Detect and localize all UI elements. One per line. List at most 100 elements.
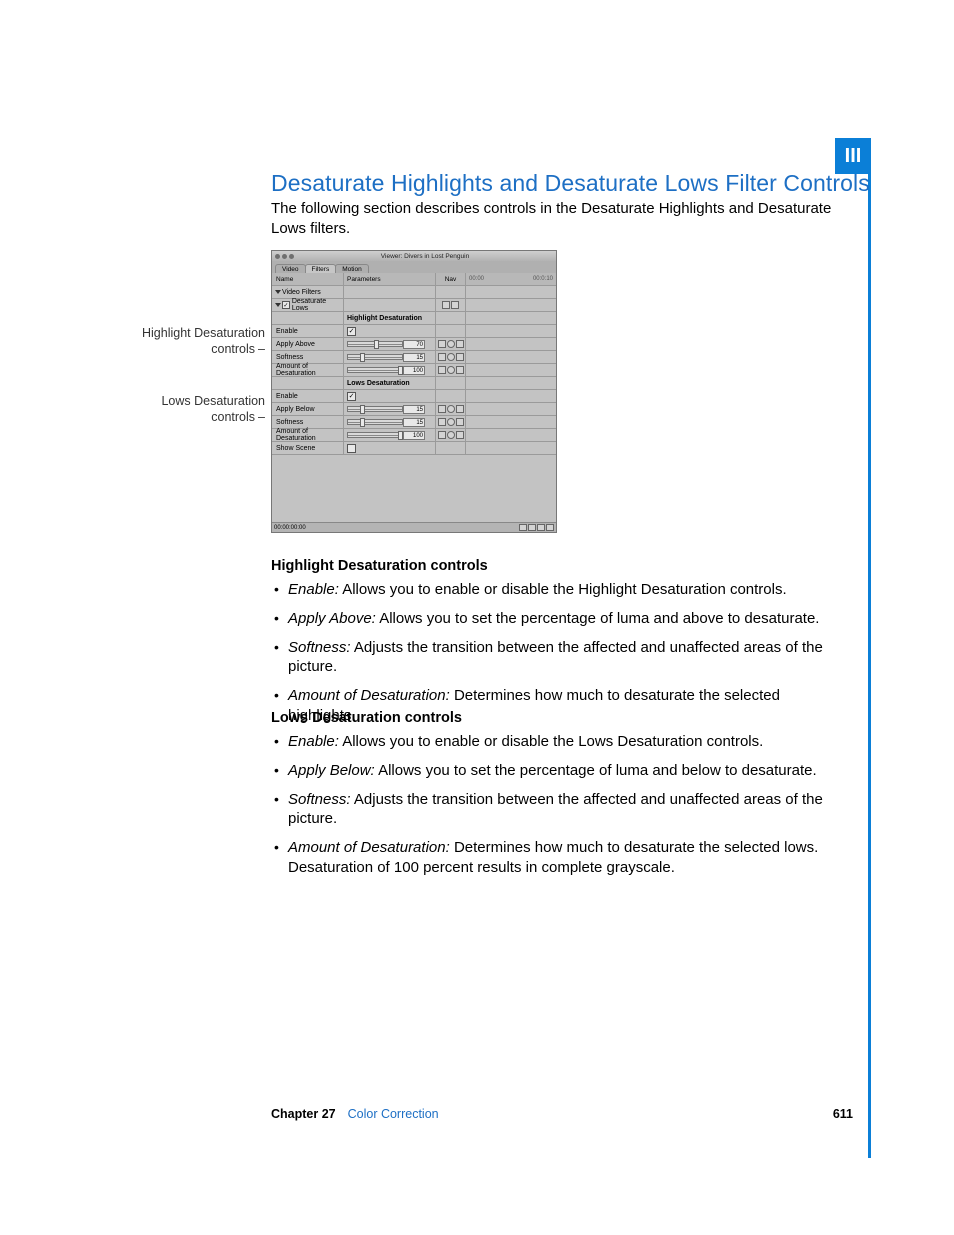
- keyframe-add-icon[interactable]: [447, 340, 455, 348]
- filter-rows: Video Filters ✓Desaturate Lows Highlight…: [272, 286, 556, 455]
- keyframe-next-icon[interactable]: [456, 405, 464, 413]
- disclosure-triangle-icon[interactable]: [275, 290, 281, 294]
- term: Softness:: [288, 639, 351, 656]
- value-field[interactable]: 15: [403, 405, 425, 414]
- keyframe-prev-icon[interactable]: [438, 353, 446, 361]
- param-control: [344, 442, 436, 454]
- slider[interactable]: [347, 354, 403, 360]
- param-name: Enable: [272, 325, 344, 337]
- keyframe-add-icon[interactable]: [447, 366, 455, 374]
- keyframe-next-icon[interactable]: [456, 340, 464, 348]
- slider[interactable]: [347, 419, 403, 425]
- param-control: 70: [344, 338, 436, 350]
- param-name: Amount of Desaturation: [272, 364, 344, 376]
- intro-paragraph: The following section describes controls…: [271, 199, 851, 240]
- param-row: Apply Above 70: [272, 338, 556, 351]
- tab-video[interactable]: Video: [275, 264, 306, 273]
- value-field[interactable]: 100: [403, 431, 425, 440]
- callout-lows-desat: Lows Desaturation controls–: [120, 394, 265, 425]
- keyframe-prev-icon[interactable]: [438, 366, 446, 374]
- list-item: Amount of Desaturation: Determines how m…: [271, 838, 851, 878]
- param-row: Show Scene: [272, 442, 556, 455]
- slider[interactable]: [347, 367, 403, 373]
- param-timeline: [466, 312, 556, 324]
- value-field[interactable]: 100: [403, 366, 425, 375]
- term: Enable:: [288, 733, 339, 750]
- viewer-footer: 00:00:00:00: [272, 522, 556, 532]
- param-timeline: [466, 351, 556, 363]
- tab-filters[interactable]: Filters: [305, 264, 337, 273]
- filter-enable-checkbox[interactable]: ✓: [282, 301, 290, 309]
- param-name: Apply Above: [272, 338, 344, 350]
- param-timeline: [466, 286, 556, 298]
- subhead-lows: Lows Desaturation controls: [271, 710, 462, 726]
- menu-icon[interactable]: [451, 301, 459, 309]
- keyframe-prev-icon[interactable]: [438, 431, 446, 439]
- enable-checkbox[interactable]: ✓: [347, 392, 356, 401]
- slider[interactable]: [347, 406, 403, 412]
- list-lows-controls: Enable: Allows you to enable or disable …: [271, 732, 851, 887]
- param-row: Amount of Desaturation 100: [272, 364, 556, 377]
- window-controls[interactable]: [275, 254, 294, 259]
- param-control: 15: [344, 403, 436, 415]
- param-timeline: [466, 429, 556, 441]
- param-control: Highlight Desaturation: [344, 312, 436, 324]
- keyframe-prev-icon[interactable]: [438, 405, 446, 413]
- param-timeline: [466, 364, 556, 376]
- keyframe-prev-icon[interactable]: [438, 418, 446, 426]
- page-number: 611: [833, 1107, 853, 1121]
- param-name: Apply Below: [272, 403, 344, 415]
- col-name: Name: [272, 273, 344, 285]
- reset-icon[interactable]: [442, 301, 450, 309]
- keyframe-prev-icon[interactable]: [438, 340, 446, 348]
- disclosure-triangle-icon[interactable]: [275, 303, 281, 307]
- term: Softness:: [288, 791, 351, 808]
- param-timeline: [466, 390, 556, 402]
- keyframe-next-icon[interactable]: [456, 366, 464, 374]
- param-control: 15: [344, 416, 436, 428]
- slider[interactable]: [347, 432, 403, 438]
- param-timeline: [466, 377, 556, 389]
- value-field[interactable]: 15: [403, 353, 425, 362]
- keyframe-add-icon[interactable]: [447, 353, 455, 361]
- slider[interactable]: [347, 341, 403, 347]
- param-row: Enable ✓: [272, 325, 556, 338]
- tl-start: 00:00: [469, 276, 484, 282]
- param-control: 15: [344, 351, 436, 363]
- param-control: [344, 299, 436, 311]
- param-timeline: [466, 299, 556, 311]
- list-item: Enable: Allows you to enable or disable …: [271, 732, 851, 752]
- keyframe-next-icon[interactable]: [456, 353, 464, 361]
- page-title: Desaturate Highlights and Desaturate Low…: [271, 170, 870, 197]
- enable-checkbox[interactable]: [347, 444, 356, 453]
- param-timeline: [466, 442, 556, 454]
- param-timeline: [466, 338, 556, 350]
- list-item: Softness: Adjusts the transition between…: [271, 638, 851, 678]
- keyframe-add-icon[interactable]: [447, 431, 455, 439]
- keyframe-add-icon[interactable]: [447, 405, 455, 413]
- keyframe-add-icon[interactable]: [447, 418, 455, 426]
- param-row: Apply Below 15: [272, 403, 556, 416]
- desc: Adjusts the transition between the affec…: [288, 639, 823, 676]
- value-field[interactable]: 15: [403, 418, 425, 427]
- param-row: Lows Desaturation: [272, 377, 556, 390]
- desc: Allows you to enable or disable the Lows…: [342, 733, 763, 750]
- keyframe-next-icon[interactable]: [456, 418, 464, 426]
- param-timeline: [466, 403, 556, 415]
- param-row: Highlight Desaturation: [272, 312, 556, 325]
- param-name: Softness: [272, 416, 344, 428]
- enable-checkbox[interactable]: ✓: [347, 327, 356, 336]
- callout-text: Highlight Desaturation controls: [142, 326, 265, 356]
- chapter-title: Color Correction: [348, 1107, 439, 1121]
- scrollbar[interactable]: [519, 524, 554, 531]
- param-name: [272, 377, 344, 389]
- value-field[interactable]: 70: [403, 340, 425, 349]
- col-nav: Nav: [436, 273, 466, 285]
- param-control: ✓: [344, 325, 436, 337]
- param-control: [344, 286, 436, 298]
- param-control: 100: [344, 429, 436, 441]
- tab-motion[interactable]: Motion: [335, 264, 369, 273]
- window-titlebar: Viewer: Divers in Lost Penguin: [272, 251, 556, 261]
- viewer-window: Viewer: Divers in Lost Penguin Video Fil…: [271, 250, 557, 533]
- keyframe-next-icon[interactable]: [456, 431, 464, 439]
